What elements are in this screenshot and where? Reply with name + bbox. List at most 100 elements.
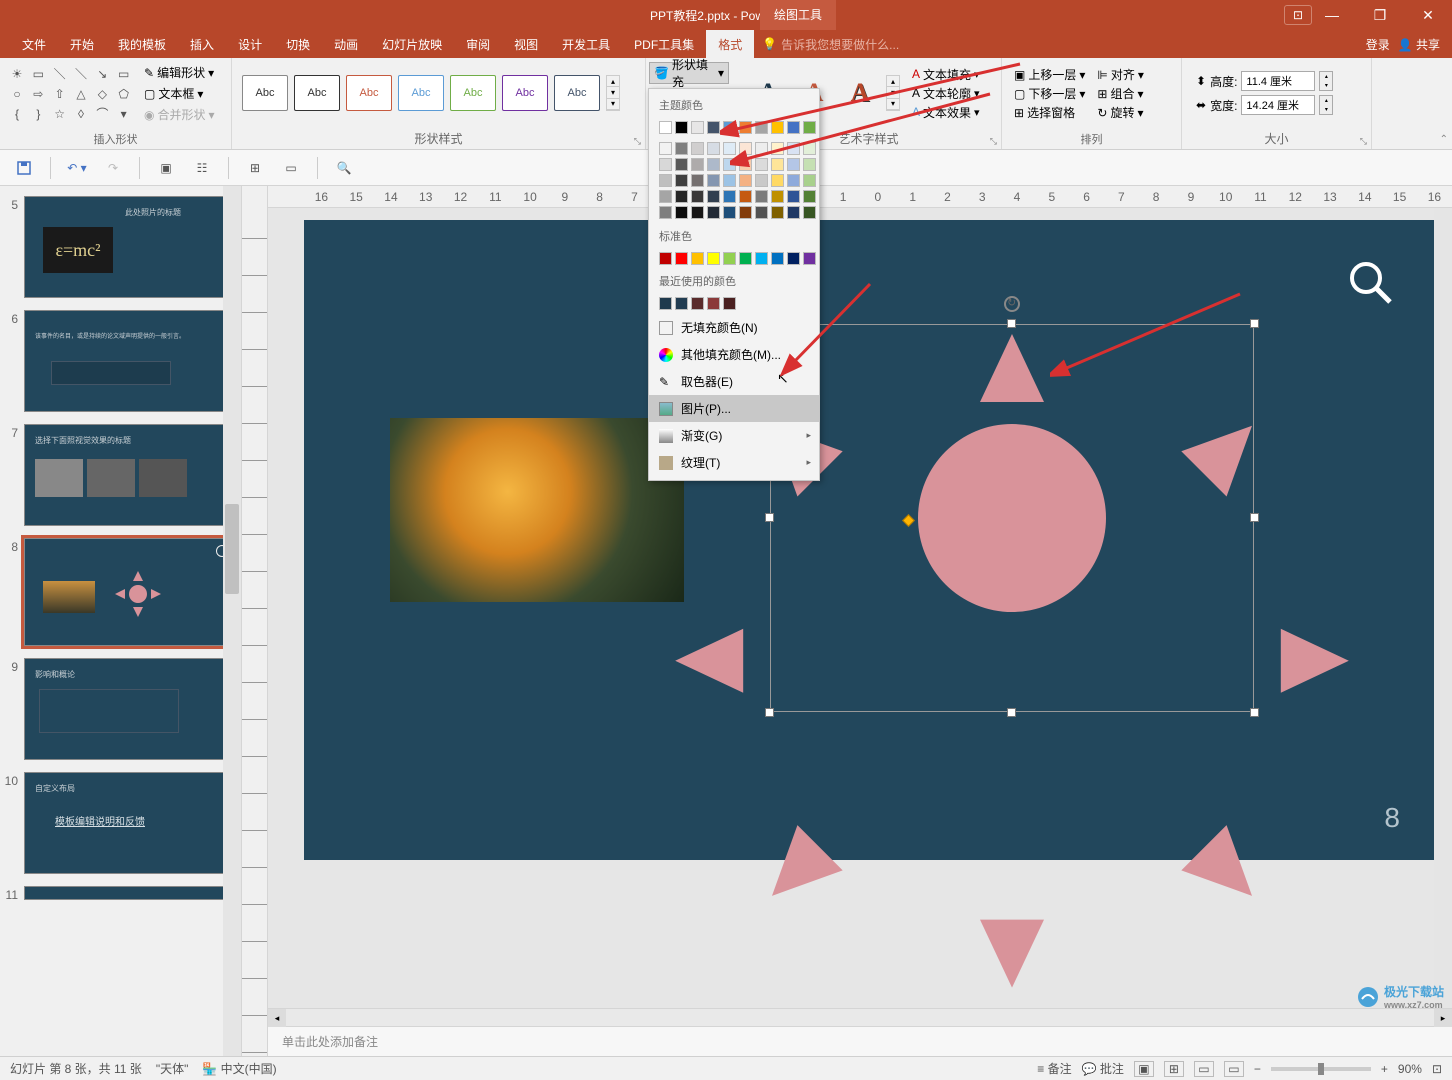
color-swatch[interactable] bbox=[755, 190, 768, 203]
color-swatch[interactable] bbox=[659, 297, 672, 310]
color-swatch[interactable] bbox=[723, 142, 736, 155]
close-button[interactable]: ✕ bbox=[1404, 0, 1452, 30]
no-fill-item[interactable]: 无填充颜色(N) bbox=[649, 314, 819, 341]
slide[interactable]: 8 bbox=[304, 220, 1438, 860]
zoom-level[interactable]: 90% bbox=[1398, 1062, 1422, 1076]
dialog-launcher-icon[interactable]: ⤡ bbox=[990, 136, 997, 147]
selection-pane-button[interactable]: ⊞选择窗格 bbox=[1014, 104, 1085, 121]
notes-pane[interactable]: 单击此处添加备注 bbox=[268, 1026, 1452, 1056]
color-swatch[interactable] bbox=[771, 190, 784, 203]
qat-icon-4[interactable]: ▭ bbox=[281, 158, 301, 178]
color-swatch[interactable] bbox=[739, 174, 752, 187]
shape-sun-icon[interactable]: ☀ bbox=[8, 65, 26, 83]
width-input[interactable] bbox=[1241, 95, 1315, 115]
color-swatch[interactable] bbox=[739, 142, 752, 155]
picture-fill-item[interactable]: 图片(P)... bbox=[649, 395, 819, 422]
resize-handle-tm[interactable] bbox=[1007, 319, 1016, 328]
shape-line2-icon[interactable]: ＼ bbox=[72, 65, 90, 83]
style-preset-1[interactable]: Abc bbox=[242, 75, 288, 111]
style-preset-6[interactable]: Abc bbox=[502, 75, 548, 111]
thumb-row-9[interactable]: 9 影响和概论 bbox=[0, 654, 241, 768]
tab-view[interactable]: 视图 bbox=[502, 30, 550, 59]
shape-rect-icon[interactable]: ▭ bbox=[115, 65, 133, 83]
style-preset-3[interactable]: Abc bbox=[346, 75, 392, 111]
color-swatch[interactable] bbox=[707, 174, 720, 187]
height-input[interactable] bbox=[1241, 71, 1315, 91]
shape-brace-icon[interactable]: { bbox=[8, 105, 26, 123]
resize-handle-bm[interactable] bbox=[1007, 708, 1016, 717]
shape-callout-icon[interactable]: ◊ bbox=[72, 105, 90, 123]
color-swatch[interactable] bbox=[739, 206, 752, 219]
tab-transitions[interactable]: 切换 bbox=[274, 30, 322, 59]
tab-design[interactable]: 设计 bbox=[226, 30, 274, 59]
color-swatch[interactable] bbox=[659, 158, 672, 171]
color-swatch[interactable] bbox=[755, 252, 768, 265]
color-swatch[interactable] bbox=[803, 158, 816, 171]
shape-arrow2-icon[interactable]: ⇧ bbox=[51, 85, 69, 103]
zoom-in-button[interactable]: + bbox=[1381, 1062, 1388, 1076]
sun-shape[interactable] bbox=[770, 324, 1254, 712]
tab-insert[interactable]: 插入 bbox=[178, 30, 226, 59]
shape-line-icon[interactable]: ＼ bbox=[51, 65, 69, 83]
color-swatch[interactable] bbox=[691, 190, 704, 203]
style-preset-5[interactable]: Abc bbox=[450, 75, 496, 111]
color-swatch[interactable] bbox=[723, 174, 736, 187]
resize-handle-mr[interactable] bbox=[1250, 513, 1259, 522]
send-backward-button[interactable]: ▢下移一层 ▾ bbox=[1014, 85, 1085, 102]
color-swatch[interactable] bbox=[755, 142, 768, 155]
color-swatch[interactable] bbox=[803, 174, 816, 187]
color-swatch[interactable] bbox=[675, 297, 688, 310]
width-spinner[interactable]: ▴▾ bbox=[1319, 95, 1333, 115]
shape-fill-dropdown[interactable]: 🪣 形状填充 ▾ bbox=[649, 62, 729, 84]
thumb-row-5[interactable]: 5 此处照片的标题 ε=mc² bbox=[0, 192, 241, 306]
color-swatch[interactable] bbox=[787, 121, 800, 134]
tab-pdftools[interactable]: PDF工具集 bbox=[622, 30, 706, 59]
thumb-row-10[interactable]: 10 自定义布局 模板编辑说明和反馈 bbox=[0, 768, 241, 882]
reading-view-button[interactable]: ▭ bbox=[1194, 1061, 1214, 1077]
language-indicator[interactable]: 🏪 中文(中国) bbox=[202, 1060, 276, 1077]
bring-forward-button[interactable]: ▣上移一层 ▾ bbox=[1014, 66, 1085, 83]
color-swatch[interactable] bbox=[739, 252, 752, 265]
color-swatch[interactable] bbox=[659, 206, 672, 219]
dialog-launcher-icon[interactable]: ⤡ bbox=[634, 136, 641, 147]
thumb-row-7[interactable]: 7 选择下面照视觉效果的标题 bbox=[0, 420, 241, 534]
minimize-button[interactable]: — bbox=[1308, 0, 1356, 30]
slide-thumbnail-8[interactable] bbox=[24, 538, 237, 646]
comments-toggle[interactable]: 💬 批注 bbox=[1082, 1060, 1124, 1077]
shape-pentagon-icon[interactable]: ⬠ bbox=[115, 85, 133, 103]
color-swatch[interactable] bbox=[803, 190, 816, 203]
redo-button[interactable]: ↷ bbox=[103, 158, 123, 178]
color-swatch[interactable] bbox=[771, 142, 784, 155]
slide-thumbnail-10[interactable]: 自定义布局 模板编辑说明和反馈 bbox=[24, 772, 237, 874]
color-swatch[interactable] bbox=[691, 206, 704, 219]
tab-mytemplates[interactable]: 我的模板 bbox=[106, 30, 178, 59]
texture-fill-item[interactable]: 纹理(T)▸ bbox=[649, 449, 819, 476]
color-swatch[interactable] bbox=[707, 142, 720, 155]
shape-diamond-icon[interactable]: ◇ bbox=[93, 85, 111, 103]
color-swatch[interactable] bbox=[787, 190, 800, 203]
color-swatch[interactable] bbox=[771, 206, 784, 219]
shape-connector-icon[interactable]: ↘ bbox=[93, 65, 111, 83]
magnifier-icon[interactable] bbox=[1346, 258, 1394, 306]
slide-thumbnail-6[interactable]: 该事件的名目，或是持续的论文域声明提供的一般引言。 bbox=[24, 310, 237, 412]
color-swatch[interactable] bbox=[675, 174, 688, 187]
color-swatch[interactable] bbox=[723, 297, 736, 310]
shape-brace2-icon[interactable]: } bbox=[29, 105, 47, 123]
gradient-fill-item[interactable]: 渐变(G)▸ bbox=[649, 422, 819, 449]
color-swatch[interactable] bbox=[659, 121, 672, 134]
color-swatch[interactable] bbox=[707, 190, 720, 203]
text-fill-button[interactable]: A文本填充 ▾ bbox=[912, 66, 980, 83]
sun-shape-selection[interactable] bbox=[770, 324, 1254, 712]
shape-oval-icon[interactable]: ○ bbox=[8, 85, 26, 103]
wordart-preset-3[interactable]: A bbox=[840, 75, 880, 111]
rotation-handle[interactable] bbox=[1004, 296, 1020, 312]
color-swatch[interactable] bbox=[675, 142, 688, 155]
notes-toggle[interactable]: ≡ 备注 bbox=[1037, 1060, 1071, 1077]
shape-more-icon[interactable]: ▾ bbox=[115, 105, 133, 123]
fit-to-window-button[interactable]: ⊡ bbox=[1432, 1062, 1442, 1076]
color-swatch[interactable] bbox=[739, 121, 752, 134]
color-swatch[interactable] bbox=[675, 121, 688, 134]
color-swatch[interactable] bbox=[691, 297, 704, 310]
text-outline-button[interactable]: A文本轮廓 ▾ bbox=[912, 85, 980, 102]
color-swatch[interactable] bbox=[707, 121, 720, 134]
